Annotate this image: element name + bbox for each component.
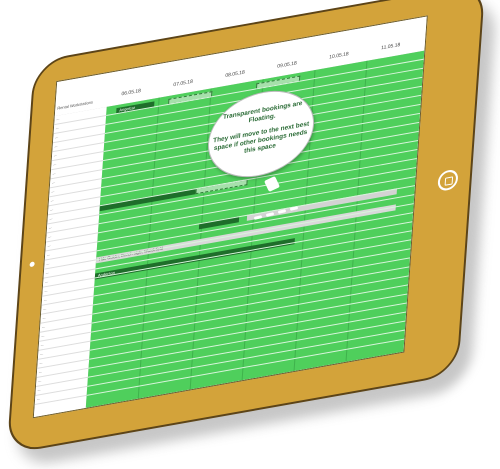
name-row-label: —: [41, 324, 46, 330]
name-row-label: —: [51, 180, 56, 185]
name-row-label: —: [45, 279, 49, 285]
date-label: 07.05.18: [173, 78, 194, 89]
date-label: 11.05.18: [380, 42, 401, 52]
date-label: 09.05.18: [277, 60, 297, 70]
name-row-label: —: [48, 234, 52, 240]
grid-row-line: [94, 230, 412, 288]
grid-row-line: [87, 320, 406, 378]
grid-row-line: [97, 176, 416, 234]
name-row-label: —: [46, 261, 50, 267]
date-label: 06.05.18: [121, 87, 142, 98]
grid-row-line: [96, 203, 414, 261]
grid-row-line: [91, 266, 410, 324]
grid-row-line: [95, 212, 414, 270]
name-row-label: —: [55, 126, 60, 131]
name-row-label: —: [51, 189, 55, 195]
stage: Rental Workstations 06.05.18 07.05.18 08…: [0, 0, 500, 469]
grid-row-line: [86, 338, 405, 396]
name-row-label: —: [54, 144, 58, 149]
date-label: 10.05.18: [328, 51, 349, 61]
name-row-label: —: [40, 342, 44, 348]
grid-row-line: [87, 329, 405, 387]
date-label: 08.05.18: [225, 69, 245, 80]
grid-row-line: [88, 311, 407, 369]
name-row-label: —: [41, 333, 45, 339]
name-row-label: —: [44, 288, 48, 294]
name-row-label: —: [56, 117, 60, 122]
name-row-label: —: [55, 135, 59, 140]
name-row-label: —: [36, 397, 41, 402]
name-row-label: —: [52, 171, 56, 176]
grid-row-line: [91, 275, 409, 333]
grid-row-line: [89, 302, 407, 360]
name-row-label: —: [42, 315, 46, 321]
grid-row-line: [90, 284, 409, 342]
grid-row-line: [92, 248, 411, 306]
name-row-label: —: [50, 198, 54, 204]
home-button-icon[interactable]: [437, 168, 459, 193]
name-row-label: —: [53, 162, 57, 167]
name-row-label: —: [50, 207, 54, 213]
name-row-label: —: [40, 351, 44, 357]
name-row-label: —: [38, 379, 42, 384]
name-row-label: —: [45, 270, 49, 276]
name-row-label: —: [49, 216, 53, 222]
name-row-label: —: [43, 297, 48, 303]
name-row-label: —: [37, 388, 41, 393]
name-row-label: —: [47, 243, 51, 249]
name-row-label: —: [46, 252, 51, 258]
names-column-header: Rental Workstations: [57, 99, 94, 111]
name-row-label: —: [53, 153, 58, 158]
name-row-label: —: [48, 225, 53, 231]
camera-icon: [29, 261, 35, 268]
grid-row-line: [89, 293, 408, 351]
name-row-label: —: [38, 370, 43, 375]
name-row-label: —: [39, 361, 43, 366]
name-row-label: —: [43, 306, 47, 312]
scheduler-screen: Rental Workstations 06.05.18 07.05.18 08…: [32, 15, 428, 419]
